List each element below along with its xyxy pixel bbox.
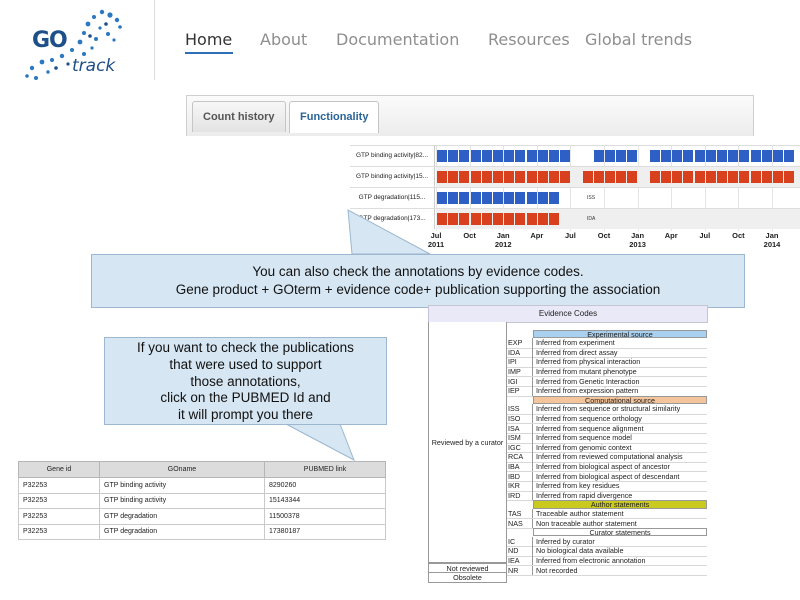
evidence-description: Inferred from mutant phenotype bbox=[536, 366, 637, 376]
evidence-description: Inferred from experiment bbox=[536, 338, 615, 348]
gene-annotation-table: Gene id GOname PUBMED link P32253 GTP bi… bbox=[18, 461, 386, 540]
evidence-codes-table: Evidence Codes Reviewed by a curator Not… bbox=[428, 305, 708, 585]
evidence-code: IPI bbox=[507, 357, 533, 367]
callout-line: click on the PUBMED Id and bbox=[160, 390, 331, 406]
col-goname: GOname bbox=[99, 461, 265, 478]
callout-pubmed: If you want to check the publications th… bbox=[104, 337, 387, 425]
table-row: P32253 GTP degradation 17380187 bbox=[18, 523, 386, 540]
evidence-code: RCA bbox=[507, 452, 533, 462]
evidence-code-row: NR Not recorded bbox=[507, 565, 707, 577]
evidence-code: NAS bbox=[507, 518, 533, 529]
evidence-code: IGI bbox=[507, 376, 533, 387]
evidence-codes-title: Evidence Codes bbox=[428, 305, 708, 323]
group-obsolete: Obsolete bbox=[428, 573, 507, 583]
evidence-description: Inferred by curator bbox=[536, 536, 595, 546]
evidence-code: ND bbox=[507, 546, 533, 556]
pubmed-link[interactable]: 17380187 bbox=[264, 523, 386, 540]
evidence-description: Inferred from sequence model bbox=[536, 433, 632, 443]
evidence-description: Inferred from key residues bbox=[536, 481, 620, 491]
evidence-description: Inferred from biological aspect of desce… bbox=[536, 471, 680, 481]
cell-goname: GTP degradation bbox=[99, 523, 265, 540]
table-row: P32253 GTP binding activity 8290260 bbox=[18, 477, 386, 494]
evidence-description: Inferred from sequence alignment bbox=[536, 423, 644, 433]
evidence-code: ISM bbox=[507, 433, 533, 443]
evidence-description: Inferred from electronic annotation bbox=[536, 555, 646, 565]
callout-line: You can also check the annotations by ev… bbox=[252, 264, 584, 279]
evidence-code: ISS bbox=[507, 404, 533, 414]
evidence-code: EXP bbox=[507, 338, 533, 348]
callout-line: those annotations, bbox=[190, 373, 301, 389]
evidence-code: IMP bbox=[507, 366, 533, 377]
col-gene-id: Gene id bbox=[18, 461, 100, 478]
evidence-code: IBD bbox=[507, 471, 533, 482]
cell-goname: GTP binding activity bbox=[99, 492, 265, 509]
evidence-code: TAS bbox=[507, 508, 533, 519]
pubmed-link[interactable]: 8290260 bbox=[264, 477, 386, 494]
evidence-description: Inferred from direct assay bbox=[536, 347, 618, 357]
evidence-description: Inferred from rapid divergence bbox=[536, 490, 633, 500]
cell-gene-id: P32253 bbox=[18, 523, 100, 540]
callout-main-pointer bbox=[347, 209, 431, 255]
callout-line: Gene product + GOterm + evidence code+ p… bbox=[175, 282, 661, 297]
callout-evidence-codes: You can also check the annotations by ev… bbox=[91, 254, 745, 308]
evidence-code: IGC bbox=[507, 442, 533, 453]
evidence-section-header: Computational source bbox=[533, 395, 707, 405]
evidence-code: IEP bbox=[507, 386, 533, 396]
table-row: P32253 GTP degradation 11500378 bbox=[18, 508, 386, 525]
evidence-description: Inferred from sequence orthology bbox=[536, 413, 642, 423]
evidence-section-header: Experimental source bbox=[533, 329, 707, 338]
evidence-description: Non traceable author statement bbox=[536, 518, 637, 528]
evidence-code: IKR bbox=[507, 481, 533, 491]
evidence-code: ISO bbox=[507, 413, 533, 424]
callout-line: If you want to check the publications bbox=[137, 340, 354, 355]
evidence-code: IC bbox=[507, 536, 533, 547]
evidence-description: Inferred from sequence or structural sim… bbox=[536, 404, 681, 414]
cell-gene-id: P32253 bbox=[18, 492, 100, 509]
evidence-code: ISA bbox=[507, 423, 533, 434]
evidence-code: IDA bbox=[507, 347, 533, 358]
cell-gene-id: P32253 bbox=[18, 477, 100, 494]
callout-line: that were used to support bbox=[169, 356, 322, 372]
cell-gene-id: P32253 bbox=[18, 508, 100, 525]
callout-pubmed-pointer bbox=[285, 423, 355, 462]
group-reviewed: Reviewed by a curator bbox=[428, 322, 507, 563]
evidence-code: IBA bbox=[507, 461, 533, 472]
cell-goname: GTP degradation bbox=[99, 508, 265, 525]
evidence-section-header: Curator statements bbox=[533, 528, 707, 537]
table-row: P32253 GTP binding activity 15143344 bbox=[18, 492, 386, 509]
evidence-description: Inferred from biological aspect of ances… bbox=[536, 461, 670, 471]
evidence-description: Inferred from expression pattern bbox=[536, 386, 639, 396]
evidence-description: Inferred from genomic context bbox=[536, 442, 632, 452]
pubmed-link[interactable]: 11500378 bbox=[264, 508, 386, 525]
cell-goname: GTP binding activity bbox=[99, 477, 265, 494]
group-not-reviewed: Not reviewed bbox=[428, 563, 507, 573]
pubmed-link[interactable]: 15143344 bbox=[264, 492, 386, 509]
evidence-description: Inferred from reviewed computational ana… bbox=[536, 452, 683, 462]
evidence-description: Not recorded bbox=[536, 565, 578, 575]
callout-line: it will prompt you there bbox=[177, 407, 314, 423]
evidence-code: IRD bbox=[507, 490, 533, 501]
evidence-section-header: Author statements bbox=[533, 500, 707, 509]
col-pubmed-link: PUBMED link bbox=[264, 461, 386, 478]
evidence-code: IEA bbox=[507, 555, 533, 566]
evidence-description: Inferred from physical interaction bbox=[536, 357, 641, 367]
evidence-description: Inferred from Genetic Interaction bbox=[536, 376, 640, 386]
evidence-code: NR bbox=[507, 565, 533, 576]
evidence-description: Traceable author statement bbox=[536, 508, 624, 518]
evidence-description: No biological data available bbox=[536, 546, 624, 556]
